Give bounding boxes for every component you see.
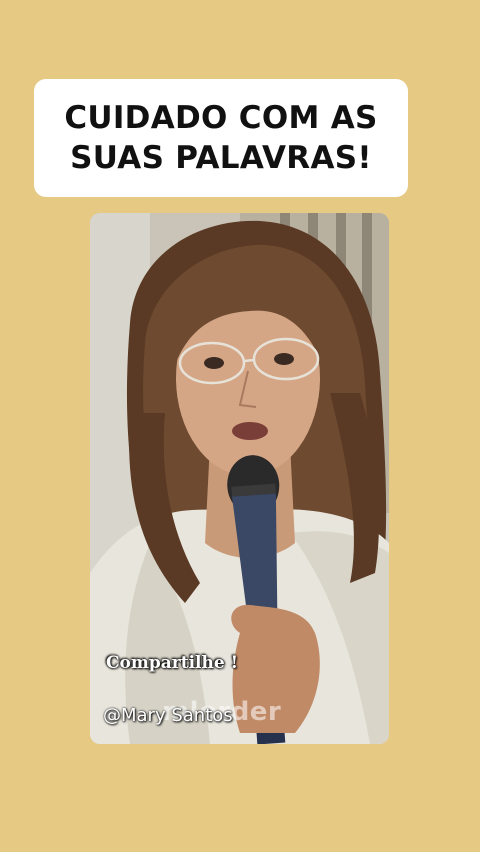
story-page: CUIDADO COM AS SUAS PALAVRAS! mlorder Co…: [0, 0, 480, 852]
title-line-2: SUAS PALAVRAS!: [70, 140, 372, 176]
creator-handle[interactable]: @Mary Santos: [103, 705, 233, 726]
title-line-1: CUIDADO COM AS: [64, 100, 378, 136]
title-card: CUIDADO COM AS SUAS PALAVRAS!: [34, 79, 408, 197]
video-player[interactable]: mlorder Compartilhe ! @Mary Santos: [90, 213, 389, 744]
share-caption: Compartilhe !: [106, 653, 239, 673]
